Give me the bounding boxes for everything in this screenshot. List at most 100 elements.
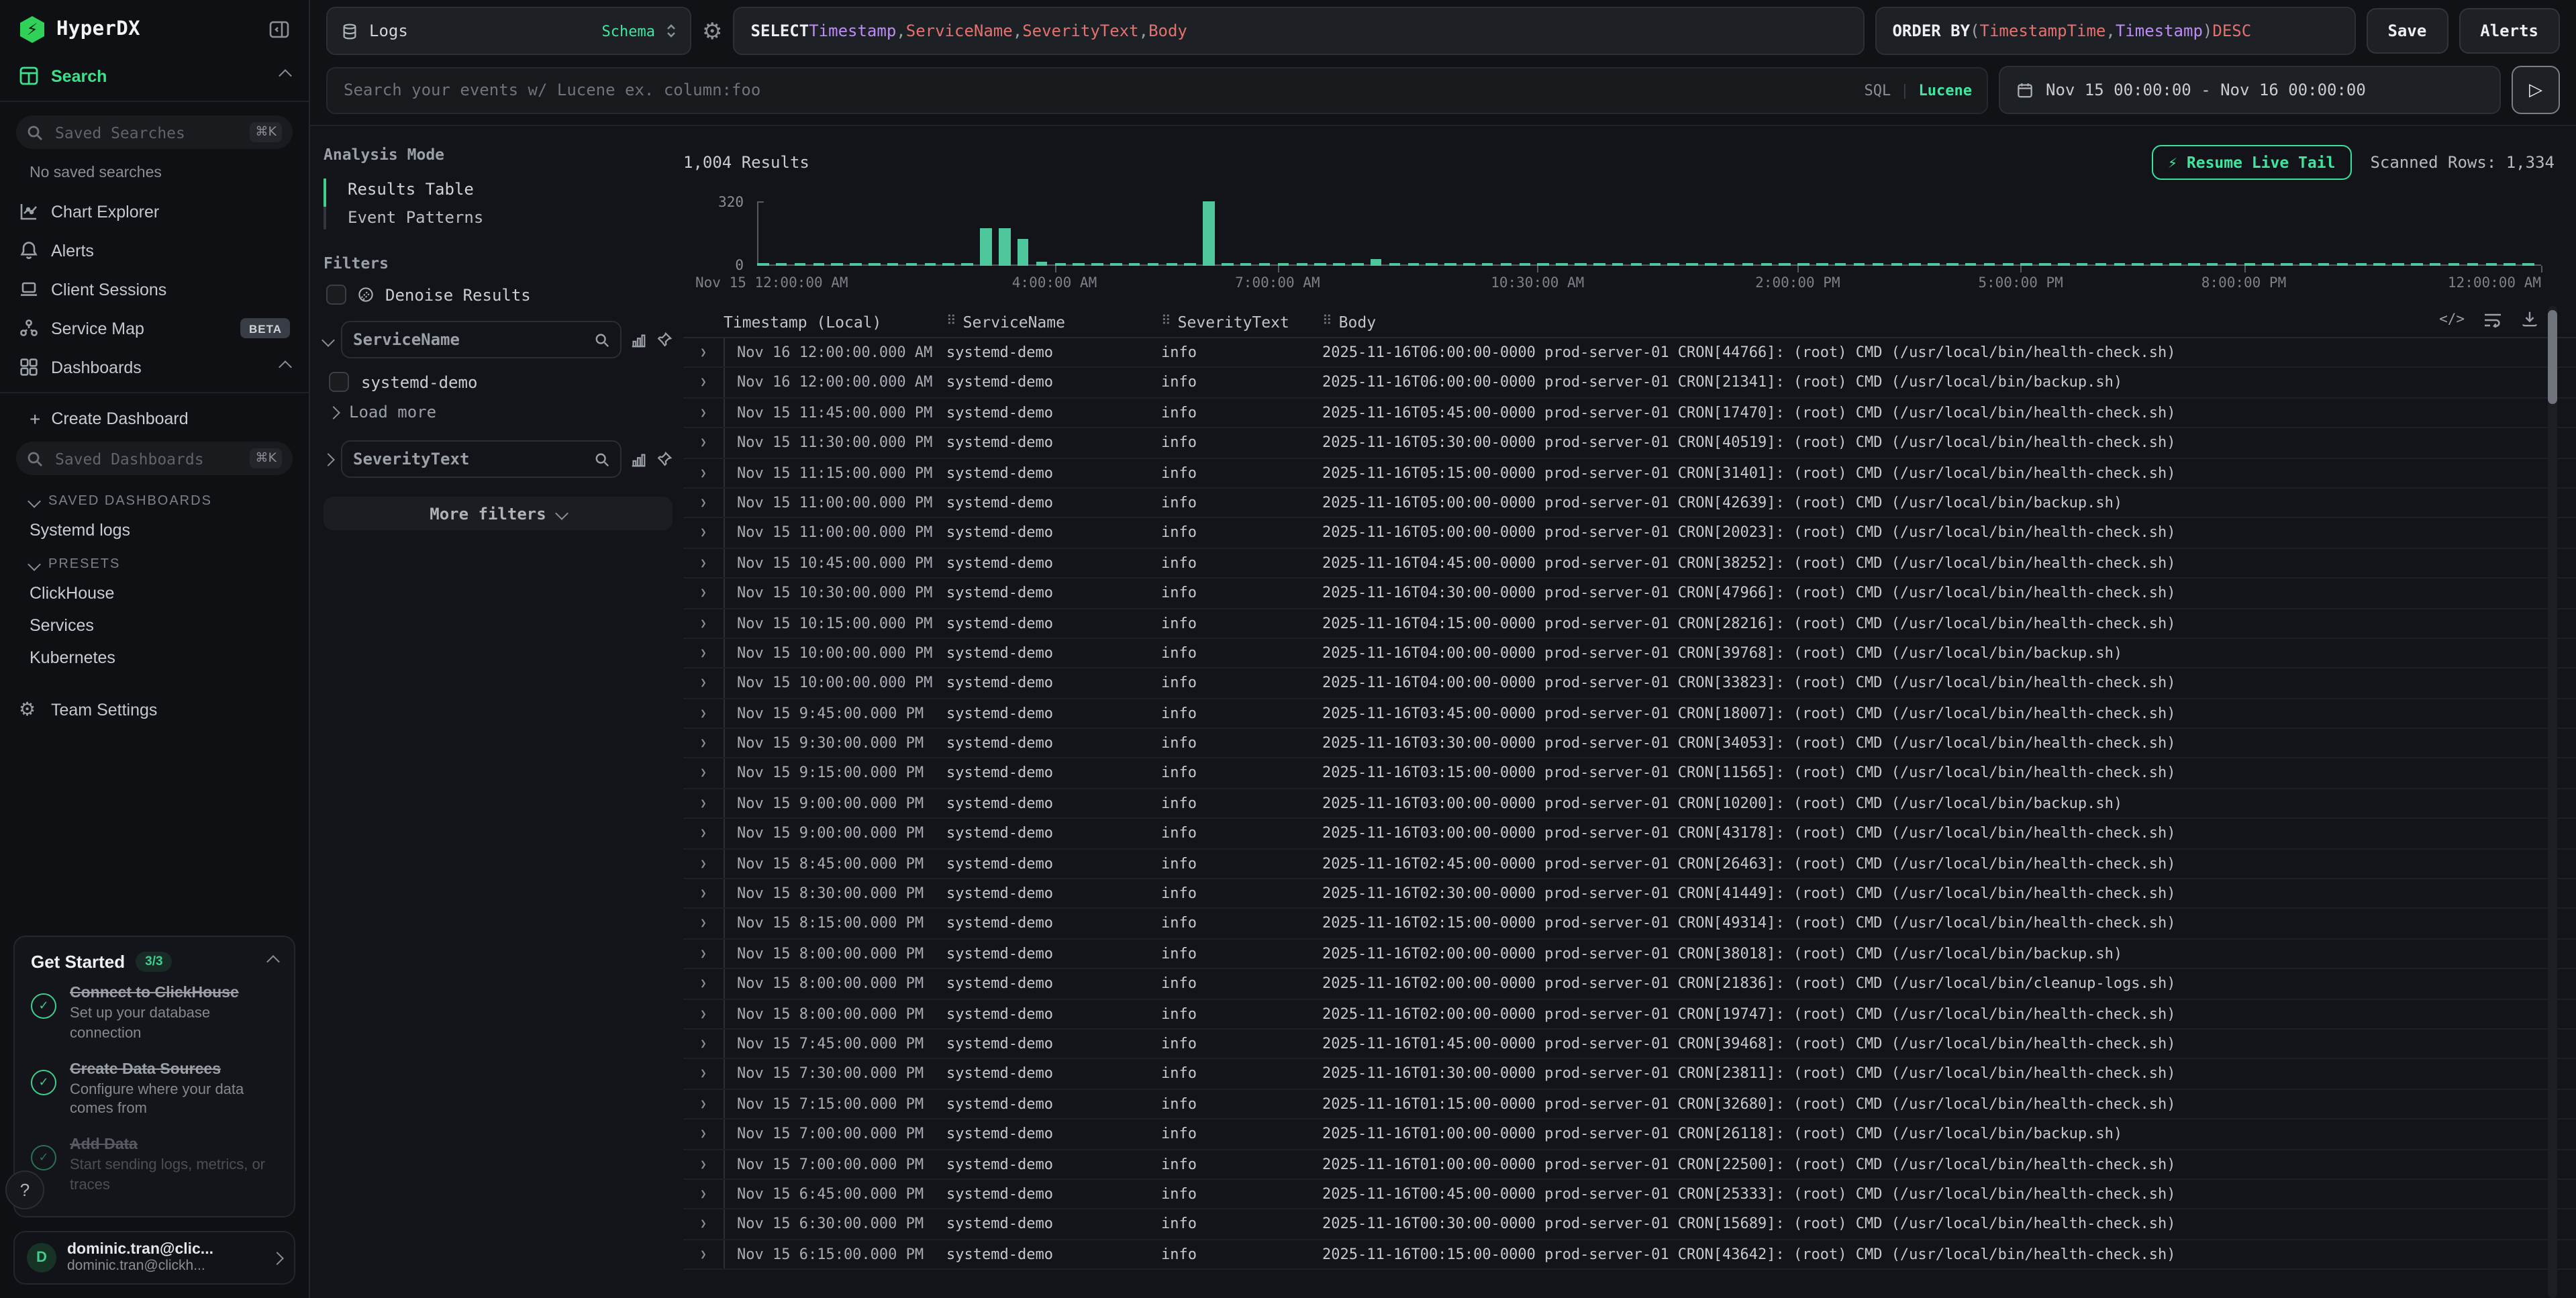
histogram-bar[interactable] (2467, 263, 2478, 266)
histogram-bar[interactable] (2188, 263, 2199, 266)
histogram-bar[interactable] (1018, 238, 1029, 266)
source-settings-gear-icon[interactable]: ⚙ (702, 19, 723, 42)
histogram-bar[interactable] (1798, 263, 1810, 266)
time-range-picker[interactable]: Nov 15 00:00:00 - Nov 16 00:00:00 (1999, 66, 2501, 114)
histogram-bar[interactable] (2374, 263, 2385, 266)
sidebar-item-client-sessions[interactable]: Client Sessions (0, 270, 309, 309)
table-row[interactable]: ❯Nov 15 7:15:00.000 PMsystemd-demoinfo20… (683, 1090, 2576, 1120)
table-row[interactable]: ❯Nov 15 11:45:00.000 PMsystemd-demoinfo2… (683, 399, 2576, 429)
histogram-bar[interactable] (2114, 263, 2125, 266)
histogram-bar[interactable] (999, 228, 1010, 266)
facet-search-box[interactable]: SeverityText (341, 440, 622, 478)
table-row[interactable]: ❯Nov 15 8:00:00.000 PMsystemd-demoinfo20… (683, 969, 2576, 999)
table-row[interactable]: ❯Nov 15 6:45:00.000 PMsystemd-demoinfo20… (683, 1180, 2576, 1210)
denoise-results-toggle[interactable]: Denoise Results (326, 285, 673, 305)
row-expand-icon[interactable]: ❯ (683, 368, 724, 397)
wrap-text-icon[interactable] (2483, 311, 2502, 327)
histogram-bar[interactable] (1259, 263, 1271, 266)
facet-search-box[interactable]: ServiceName (341, 321, 622, 358)
create-dashboard-button[interactable]: + Create Dashboard (0, 399, 309, 434)
row-expand-icon[interactable]: ❯ (683, 669, 724, 698)
table-row[interactable]: ❯Nov 15 7:00:00.000 PMsystemd-demoinfo20… (683, 1119, 2576, 1150)
histogram-bar[interactable] (1222, 263, 1233, 266)
row-expand-icon[interactable]: ❯ (683, 489, 724, 517)
row-expand-icon[interactable]: ❯ (683, 909, 724, 938)
histogram-bar[interactable] (794, 263, 805, 266)
save-button[interactable]: Save (2366, 8, 2448, 54)
get-started-step[interactable]: ✓Create Data SourcesConfigure where your… (31, 1061, 278, 1119)
histogram-bar[interactable] (2021, 263, 2032, 266)
histogram-bar[interactable] (2411, 263, 2422, 266)
row-expand-icon[interactable]: ❯ (683, 1060, 724, 1089)
saved-dashboards-field[interactable] (52, 448, 241, 469)
row-expand-icon[interactable]: ❯ (683, 548, 724, 577)
histogram-bar[interactable] (1203, 201, 1215, 266)
drag-handle-icon[interactable]: ⠿ (1161, 314, 1171, 329)
sidebar-preset-item[interactable]: ClickHouse (0, 577, 309, 609)
load-more-button[interactable]: Load more (329, 403, 673, 421)
row-expand-icon[interactable]: ❯ (683, 1090, 724, 1119)
row-expand-icon[interactable]: ❯ (683, 940, 724, 968)
row-expand-icon[interactable]: ❯ (683, 609, 724, 638)
table-row[interactable]: ❯Nov 15 6:15:00.000 PMsystemd-demoinfo20… (683, 1240, 2576, 1270)
col-body[interactable]: ⠿Body (1322, 312, 2469, 331)
histogram-bar[interactable] (2002, 263, 2014, 266)
chevron-down-icon[interactable] (321, 333, 335, 346)
histogram-bar[interactable] (776, 263, 787, 266)
histogram-bar[interactable] (2336, 263, 2348, 266)
collapse-sidebar-icon[interactable] (268, 19, 290, 40)
histogram-bar[interactable] (1389, 263, 1400, 266)
histogram-bar[interactable] (2132, 263, 2144, 266)
histogram-bar[interactable] (1240, 263, 1252, 266)
histogram-bar[interactable] (850, 263, 861, 266)
histogram-bar[interactable] (2077, 263, 2088, 266)
histogram-bar[interactable] (1296, 263, 1307, 266)
lucene-toggle[interactable]: Lucene (1919, 81, 1973, 99)
row-expand-icon[interactable]: ❯ (683, 1030, 724, 1058)
histogram-bar[interactable] (1761, 263, 1772, 266)
histogram-bar[interactable] (1668, 263, 1679, 266)
row-expand-icon[interactable]: ❯ (683, 1210, 724, 1239)
histogram-bar[interactable] (1147, 263, 1158, 266)
run-query-button[interactable]: ▷ (2512, 66, 2560, 114)
histogram-bar[interactable] (1166, 263, 1177, 266)
row-expand-icon[interactable]: ❯ (683, 1119, 724, 1148)
histogram-bar[interactable] (1854, 263, 1865, 266)
scrollbar-thumb[interactable] (2548, 310, 2557, 404)
histogram-bar[interactable] (1816, 263, 1828, 266)
table-row[interactable]: ❯Nov 15 9:15:00.000 PMsystemd-demoinfo20… (683, 759, 2576, 789)
sidebar-preset-item[interactable]: Kubernetes (0, 642, 309, 674)
col-servicename[interactable]: ⠿ServiceName (946, 312, 1161, 331)
histogram-bar[interactable] (2207, 263, 2218, 266)
table-row[interactable]: ❯Nov 15 10:30:00.000 PMsystemd-demoinfo2… (683, 579, 2576, 609)
sidebar-dashboard-item[interactable]: Systemd logs (0, 514, 309, 546)
histogram-bar[interactable] (2225, 263, 2236, 266)
histogram-bar[interactable] (1185, 263, 1196, 266)
table-row[interactable]: ❯Nov 15 10:00:00.000 PMsystemd-demoinfo2… (683, 669, 2576, 699)
histogram-bar[interactable] (1407, 263, 1419, 266)
table-row[interactable]: ❯Nov 15 11:00:00.000 PMsystemd-demoinfo2… (683, 519, 2576, 549)
sidebar-item-service-map[interactable]: Service Map BETA (0, 309, 309, 348)
code-view-icon[interactable]: </> (2439, 311, 2465, 327)
histogram-bar[interactable] (1333, 263, 1344, 266)
section-saved-dashboards[interactable]: SAVED DASHBOARDS (0, 483, 309, 514)
histogram-bar[interactable] (2058, 263, 2069, 266)
histogram-bar[interactable] (869, 263, 880, 266)
histogram-bar[interactable] (1630, 263, 1642, 266)
histogram-bar[interactable] (1556, 263, 1568, 266)
histogram-bar[interactable] (1054, 263, 1066, 266)
histogram-bar[interactable] (1686, 263, 1697, 266)
order-by-input[interactable]: ORDER BY (TimestampTime, Timestamp) DESC (1875, 7, 2355, 55)
sidebar-item-team-settings[interactable]: ⚙ Team Settings (0, 690, 309, 729)
row-expand-icon[interactable]: ❯ (683, 1180, 724, 1209)
histogram-bar[interactable] (1315, 263, 1326, 266)
user-menu[interactable]: D dominic.tran@clic... dominic.tran@clic… (13, 1231, 295, 1285)
col-timestamp[interactable]: Timestamp (Local) (724, 312, 946, 331)
histogram-bar[interactable] (1910, 263, 1921, 266)
table-row[interactable]: ❯Nov 15 7:45:00.000 PMsystemd-demoinfo20… (683, 1030, 2576, 1060)
row-expand-icon[interactable]: ❯ (683, 1240, 724, 1268)
table-row[interactable]: ❯Nov 15 9:00:00.000 PMsystemd-demoinfo20… (683, 819, 2576, 850)
sidebar-item-dashboards[interactable]: Dashboards (0, 348, 309, 387)
histogram-bar[interactable] (887, 263, 899, 266)
events-histogram[interactable]: 320 0 Nov 15 12:00:00 AM4:00:00 AM7:00:0… (691, 193, 2541, 295)
